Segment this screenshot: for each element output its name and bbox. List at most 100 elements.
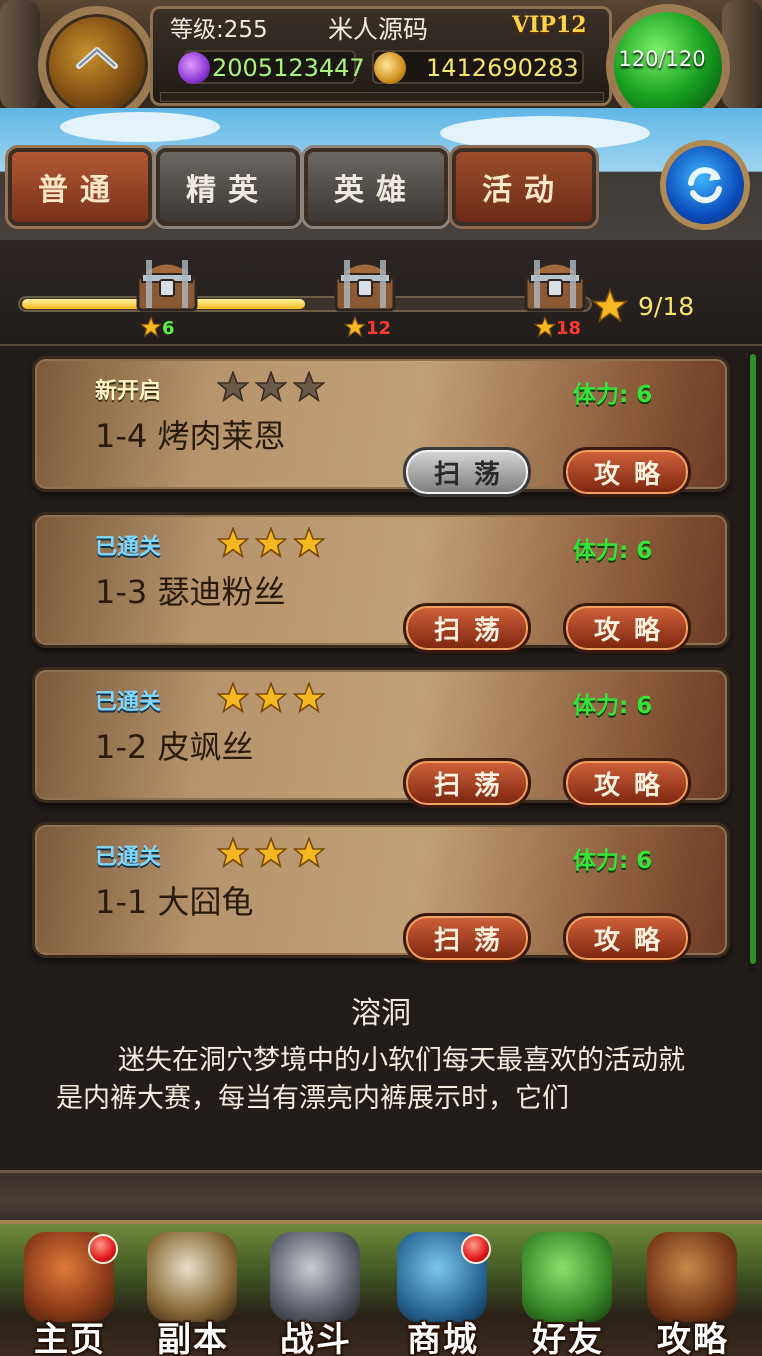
sweep-button[interactable]: 扫荡 [403, 603, 531, 653]
star-filled-icon [217, 837, 249, 869]
star-empty-icon [293, 371, 325, 403]
treasure-chest-icon[interactable] [520, 252, 590, 314]
stage-stars [217, 682, 325, 714]
chest-star-requirement: 18 [534, 316, 581, 339]
skull-icon [147, 1232, 237, 1322]
stage-stars [217, 527, 325, 559]
star-icon [344, 316, 366, 338]
notification-badge [88, 1234, 118, 1264]
nav-item-friends[interactable]: 好友 [506, 1226, 630, 1356]
stage-name: 1-1 大囧龟 [95, 883, 254, 921]
guide-button-label: 攻略 [593, 770, 674, 801]
star-filled-icon [255, 837, 287, 869]
nav-label: 主页 [34, 1320, 106, 1356]
star-filled-icon [255, 682, 287, 714]
guide-button[interactable]: 攻略 [563, 913, 691, 963]
sweep-button[interactable]: 扫荡 [403, 447, 531, 497]
stage-stars [217, 837, 325, 869]
stage-card[interactable]: 新开启 体力: 6 1-4 烤肉莱恩 扫荡 攻略 [32, 356, 730, 497]
nav-label: 商城 [407, 1320, 479, 1356]
player-level: 等级:255 [170, 17, 268, 43]
guide-button-label: 攻略 [593, 459, 674, 490]
gold-coin-icon [374, 52, 406, 84]
guide-button-label: 攻略 [593, 925, 674, 956]
star-filled-icon [293, 527, 325, 559]
nav-label: 副本 [157, 1320, 229, 1356]
nav-label: 好友 [532, 1320, 604, 1356]
chest-star-count: 18 [556, 318, 582, 339]
guide-button[interactable]: 攻略 [563, 603, 691, 653]
star-filled-icon [217, 682, 249, 714]
nav-label: 战斗 [280, 1320, 352, 1356]
sweep-button-label: 扫荡 [433, 925, 514, 956]
stage-card[interactable]: 已通关 体力: 6 1-3 瑟迪粉丝 扫荡 攻略 [32, 512, 730, 653]
treasure-chest-icon[interactable] [330, 252, 400, 314]
stamina-value: 120/120 [618, 47, 706, 71]
tab-label: 精英 [186, 173, 270, 208]
stage-card[interactable]: 已通关 体力: 6 1-2 皮飒丝 扫荡 攻略 [32, 667, 730, 808]
gargoyle-left-decoration [0, 0, 40, 110]
star-empty-icon [217, 371, 249, 403]
stage-name: 1-2 皮飒丝 [95, 728, 254, 766]
sweep-button-label: 扫荡 [433, 615, 514, 646]
chevron-up-icon [76, 47, 118, 69]
cloud-decoration [440, 116, 650, 150]
tab-hero-mode[interactable]: 英雄 [304, 148, 448, 226]
stage-name: 1-4 烤肉莱恩 [95, 417, 286, 455]
stage-status: 已通关 [95, 535, 162, 560]
sweep-button-label: 扫荡 [433, 770, 514, 801]
stage-status: 已通关 [95, 845, 162, 870]
nav-item-sword[interactable]: 战斗 [254, 1226, 378, 1356]
total-star-icon [592, 288, 628, 323]
area-description: 迷失在洞穴梦境中的小软们每天最喜欢的活动就是内裤大赛，每当有漂亮内裤展示时，它们 [56, 1045, 685, 1114]
chest-star-count: 6 [162, 318, 175, 339]
guide-book-icon [647, 1232, 737, 1322]
tab-label: 英雄 [334, 173, 418, 208]
star-empty-icon [255, 371, 287, 403]
tab-label: 普通 [38, 173, 122, 208]
treasure-chest-icon[interactable] [132, 252, 202, 314]
chest-star-requirement: 12 [344, 316, 391, 339]
player-name: 米人源码 [328, 15, 429, 44]
stage-stamina-cost: 体力: 6 [573, 693, 653, 719]
guide-button[interactable]: 攻略 [563, 447, 691, 497]
tab-event-mode[interactable]: 活动 [452, 148, 596, 226]
vip-level: VIP12 [512, 12, 587, 38]
refresh-button[interactable] [660, 140, 750, 230]
tab-elite-mode[interactable]: 精英 [156, 148, 300, 226]
nav-item-house[interactable]: 主页 [8, 1226, 132, 1356]
guide-button[interactable]: 攻略 [563, 758, 691, 808]
cloud-decoration [60, 112, 220, 142]
sweep-button[interactable]: 扫荡 [403, 913, 531, 963]
stage-stamina-cost: 体力: 6 [573, 848, 653, 874]
nav-label: 攻略 [657, 1320, 729, 1356]
star-filled-icon [255, 527, 287, 559]
experience-bar [160, 92, 604, 102]
tab-normal-mode[interactable]: 普通 [8, 148, 152, 226]
gem-icon [178, 52, 210, 84]
star-progress-track [18, 296, 592, 312]
gold-amount: 1412690283 [426, 54, 579, 82]
star-filled-icon [293, 837, 325, 869]
stage-card[interactable]: 已通关 体力: 6 1-1 大囧龟 扫荡 攻略 [32, 822, 730, 963]
area-title: 溶洞 [351, 996, 411, 1031]
nav-item-guide-book[interactable]: 攻略 [631, 1226, 755, 1356]
star-icon [140, 316, 162, 338]
star-filled-icon [217, 527, 249, 559]
scrollbar-thumb[interactable] [750, 354, 756, 964]
tab-label: 活动 [482, 173, 566, 208]
total-stars-count: 9/18 [638, 292, 695, 321]
guide-button-label: 攻略 [593, 615, 674, 646]
refresh-arrow-icon [688, 167, 722, 204]
gems-amount: 2005123447 [212, 54, 365, 82]
star-icon [534, 316, 556, 338]
stage-stamina-cost: 体力: 6 [573, 382, 653, 408]
nav-item-shop-monster[interactable]: 商城 [381, 1226, 505, 1356]
sword-icon [270, 1232, 360, 1322]
nav-item-skull[interactable]: 副本 [131, 1226, 255, 1356]
stage-status: 已通关 [95, 690, 162, 715]
collapse-orb-button[interactable] [38, 6, 156, 124]
star-filled-icon [293, 682, 325, 714]
sweep-button[interactable]: 扫荡 [403, 758, 531, 808]
stage-stars [217, 371, 325, 403]
